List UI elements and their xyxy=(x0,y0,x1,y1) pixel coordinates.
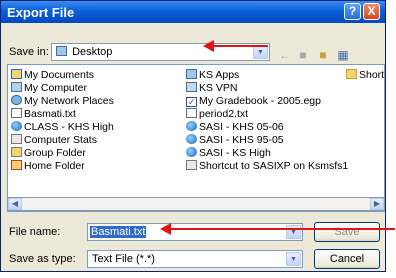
export-file-dialog: Export File ? X Save in: Desktop ▼ ← ■ ■… xyxy=(0,0,386,272)
stats-file-icon xyxy=(11,134,22,144)
apps-folder-icon xyxy=(186,69,197,79)
chevron-down-icon[interactable]: ▼ xyxy=(253,45,268,59)
list-item[interactable]: SASI - KS High xyxy=(186,147,271,159)
vpn-icon xyxy=(186,82,197,92)
file-name-field[interactable]: Basmati.txt ▼ xyxy=(87,223,303,241)
scroll-left-icon[interactable]: ◀ xyxy=(8,198,22,210)
shortcut-globe-icon xyxy=(186,147,197,157)
list-item[interactable]: Shortcut to SASIXP on Ksmsfs1 xyxy=(186,160,348,172)
gradebook-icon: ✓ xyxy=(186,97,197,107)
network-places-icon xyxy=(11,95,22,105)
views-icon[interactable]: ▦ xyxy=(335,47,351,63)
list-item[interactable]: CLASS - KHS High xyxy=(11,121,114,133)
list-item[interactable]: ✓ My Gradebook - 2005.egp xyxy=(186,95,321,107)
list-item[interactable]: Basmati.txt xyxy=(11,108,76,120)
title-bar[interactable]: Export File ? X xyxy=(1,1,385,23)
list-item[interactable]: My Computer xyxy=(11,82,87,94)
text-file-icon xyxy=(11,108,22,118)
help-button[interactable]: ? xyxy=(344,3,361,20)
up-folder-icon[interactable]: ■ xyxy=(295,47,311,63)
my-documents-icon xyxy=(11,69,22,79)
list-item[interactable]: period2.txt xyxy=(186,108,248,120)
file-name-value: Basmati.txt xyxy=(90,226,147,238)
home-folder-icon xyxy=(11,160,22,170)
save-button[interactable]: Save xyxy=(314,222,380,242)
text-file-icon xyxy=(186,108,197,118)
list-item[interactable]: Home Folder xyxy=(11,160,85,172)
list-item[interactable]: Group Folder xyxy=(11,147,86,159)
desktop-icon xyxy=(56,46,67,56)
shortcut-globe-icon xyxy=(186,134,197,144)
back-icon[interactable]: ← xyxy=(277,47,293,63)
list-item[interactable]: Shortcu xyxy=(346,69,384,81)
file-list[interactable]: My Documents My Computer My Network Plac… xyxy=(7,64,385,212)
list-item[interactable]: My Network Places xyxy=(11,95,114,107)
list-item[interactable]: My Documents xyxy=(11,69,94,81)
shortcut-folder-icon xyxy=(346,69,357,79)
horizontal-scrollbar[interactable]: ◀ ▶ xyxy=(8,197,384,211)
list-item[interactable]: Computer Stats xyxy=(11,134,97,146)
list-item[interactable]: SASI - KHS 95-05 xyxy=(186,134,284,146)
scroll-right-icon[interactable]: ▶ xyxy=(370,198,384,210)
list-item[interactable]: KS Apps xyxy=(186,69,239,81)
group-folder-icon xyxy=(11,147,22,157)
save-as-type-label: Save as type: xyxy=(9,253,76,265)
list-item[interactable]: SASI - KHS 05-06 xyxy=(186,121,284,133)
new-folder-icon[interactable]: ■ xyxy=(315,47,331,63)
save-in-label: Save in: xyxy=(9,46,49,58)
close-button[interactable]: X xyxy=(363,3,380,20)
save-in-value: Desktop xyxy=(72,46,113,58)
dialog-title: Export File xyxy=(7,5,75,20)
my-computer-icon xyxy=(11,82,22,92)
chevron-down-icon[interactable]: ▼ xyxy=(286,252,301,266)
cancel-button[interactable]: Cancel xyxy=(314,249,380,269)
list-item[interactable]: KS VPN xyxy=(186,82,238,94)
file-name-label: File name: xyxy=(9,226,61,238)
save-as-type-select[interactable]: Text File (*.*) ▼ xyxy=(87,250,303,268)
shortcut-globe-icon xyxy=(186,121,197,131)
shortcut-globe-icon xyxy=(11,121,22,131)
save-as-type-value: Text File (*.*) xyxy=(92,253,155,265)
shortcut-icon xyxy=(186,160,197,170)
